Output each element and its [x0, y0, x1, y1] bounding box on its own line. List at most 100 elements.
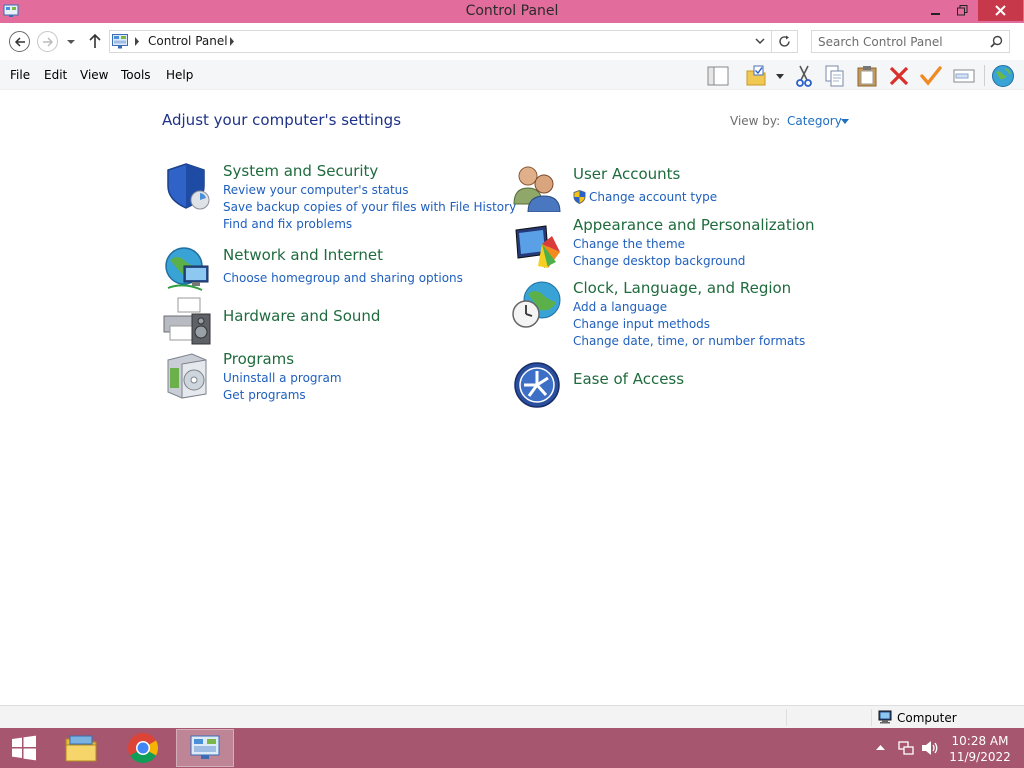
- status-location: Computer: [897, 711, 957, 725]
- review-status-link[interactable]: Review your computer's status: [223, 183, 409, 197]
- taskbar-control-panel[interactable]: [176, 729, 234, 767]
- programs-box-icon[interactable]: [162, 350, 212, 400]
- user-accounts-icon[interactable]: [512, 162, 562, 212]
- status-bar: Computer: [0, 705, 1024, 728]
- refresh-button[interactable]: [772, 30, 798, 53]
- refresh-icon: [779, 35, 790, 47]
- recent-locations-chevron-icon[interactable]: [66, 37, 76, 47]
- cut-button[interactable]: [791, 63, 817, 89]
- menu-help[interactable]: Help: [166, 68, 193, 82]
- window-title: Control Panel: [465, 3, 559, 19]
- chrome-icon: [127, 733, 159, 764]
- computer-icon: [878, 710, 892, 724]
- breadcrumb-chevron-icon[interactable]: [134, 37, 140, 46]
- delete-x-icon: [889, 66, 909, 86]
- paste-button[interactable]: [854, 63, 880, 89]
- copy-button[interactable]: [822, 63, 848, 89]
- globe-icon: [992, 65, 1014, 87]
- status-divider: [786, 709, 787, 726]
- scissors-icon: [796, 65, 812, 87]
- menu-bar: File Edit View Tools Help: [0, 60, 1024, 90]
- programs-link[interactable]: Programs: [223, 350, 294, 368]
- view-by-dropdown[interactable]: Category: [787, 114, 842, 128]
- ease-of-access-link[interactable]: Ease of Access: [573, 370, 684, 388]
- search-box[interactable]: [811, 30, 1010, 53]
- page-heading: Adjust your computer's settings: [162, 111, 402, 129]
- find-fix-problems-link[interactable]: Find and fix problems: [223, 217, 352, 231]
- minimize-icon: [931, 12, 940, 15]
- change-theme-link[interactable]: Change the theme: [573, 237, 685, 251]
- file-explorer-icon: [65, 735, 97, 762]
- menu-edit[interactable]: Edit: [44, 68, 67, 82]
- copy-icon: [825, 65, 844, 87]
- view-by-label: View by:: [730, 114, 781, 128]
- security-shield-icon[interactable]: [162, 162, 212, 212]
- address-bar[interactable]: Control Panel: [109, 30, 772, 53]
- network-globe-button[interactable]: [990, 63, 1016, 89]
- forward-button[interactable]: [37, 31, 58, 52]
- properties-button[interactable]: [918, 63, 944, 89]
- close-button[interactable]: [978, 0, 1023, 21]
- up-arrow-icon[interactable]: [88, 33, 102, 49]
- show-hidden-icons-chevron-icon[interactable]: [876, 744, 885, 751]
- add-language-link[interactable]: Add a language: [573, 300, 667, 314]
- folder-options-dropdown-icon[interactable]: [776, 74, 784, 80]
- get-programs-link[interactable]: Get programs: [223, 388, 306, 402]
- uac-shield-icon: [573, 190, 586, 204]
- windows-logo-icon: [12, 735, 36, 761]
- control-panel-icon: [112, 34, 128, 49]
- title-bar: Control Panel: [0, 0, 1024, 23]
- restore-button[interactable]: [950, 0, 974, 21]
- taskbar: 10:28 AM 11/9/2022: [0, 728, 1024, 768]
- clock-language-region-link[interactable]: Clock, Language, and Region: [573, 279, 791, 297]
- breadcrumb-chevron-icon[interactable]: [229, 37, 235, 46]
- search-icon[interactable]: [990, 35, 1003, 48]
- start-button[interactable]: [0, 728, 48, 768]
- toolbar-divider: [984, 65, 985, 86]
- layout-pane-icon: [707, 66, 729, 86]
- taskbar-clock[interactable]: 10:28 AM 11/9/2022: [946, 733, 1014, 765]
- change-account-type-link[interactable]: Change account type: [589, 190, 717, 204]
- appearance-monitor-icon[interactable]: [512, 222, 562, 272]
- delete-button[interactable]: [886, 63, 912, 89]
- rename-button[interactable]: [951, 63, 977, 89]
- appearance-personalization-link[interactable]: Appearance and Personalization: [573, 216, 815, 234]
- breadcrumb-control-panel[interactable]: Control Panel: [148, 34, 228, 48]
- taskbar-chrome[interactable]: [114, 729, 172, 767]
- printer-speaker-icon[interactable]: [162, 296, 212, 346]
- address-dropdown-icon[interactable]: [755, 38, 765, 45]
- folder-check-icon: [746, 65, 766, 86]
- ease-of-access-icon[interactable]: [512, 360, 562, 410]
- user-accounts-link[interactable]: User Accounts: [573, 165, 680, 183]
- network-and-internet-link[interactable]: Network and Internet: [223, 246, 383, 264]
- layout-button[interactable]: [705, 63, 731, 89]
- menu-tools[interactable]: Tools: [121, 68, 151, 82]
- change-input-methods-link[interactable]: Change input methods: [573, 317, 710, 331]
- change-date-time-formats-link[interactable]: Change date, time, or number formats: [573, 334, 805, 348]
- volume-icon[interactable]: [921, 740, 939, 756]
- menu-view[interactable]: View: [80, 68, 108, 82]
- search-input[interactable]: [812, 31, 987, 52]
- homegroup-sharing-link[interactable]: Choose homegroup and sharing options: [223, 271, 463, 285]
- clock-date: 11/9/2022: [949, 750, 1011, 764]
- restore-icon: [956, 5, 967, 16]
- back-button[interactable]: [9, 31, 30, 52]
- taskbar-file-explorer[interactable]: [52, 729, 110, 767]
- file-history-link[interactable]: Save backup copies of your files with Fi…: [223, 200, 516, 214]
- navigation-bar: Control Panel: [0, 23, 1024, 60]
- control-panel-icon: [190, 735, 220, 759]
- view-by-caret-icon[interactable]: [841, 119, 849, 124]
- minimize-button[interactable]: [922, 0, 950, 21]
- network-tray-icon[interactable]: [898, 740, 914, 756]
- rename-icon: [953, 69, 975, 83]
- uninstall-program-link[interactable]: Uninstall a program: [223, 371, 342, 385]
- network-globe-icon[interactable]: [162, 244, 212, 294]
- close-icon: [995, 5, 1006, 16]
- folder-options-button[interactable]: [743, 63, 769, 89]
- hardware-and-sound-link[interactable]: Hardware and Sound: [223, 307, 380, 325]
- status-divider: [871, 709, 872, 726]
- change-desktop-background-link[interactable]: Change desktop background: [573, 254, 745, 268]
- menu-file[interactable]: File: [10, 68, 30, 82]
- system-and-security-link[interactable]: System and Security: [223, 162, 378, 180]
- clock-globe-icon[interactable]: [512, 280, 562, 330]
